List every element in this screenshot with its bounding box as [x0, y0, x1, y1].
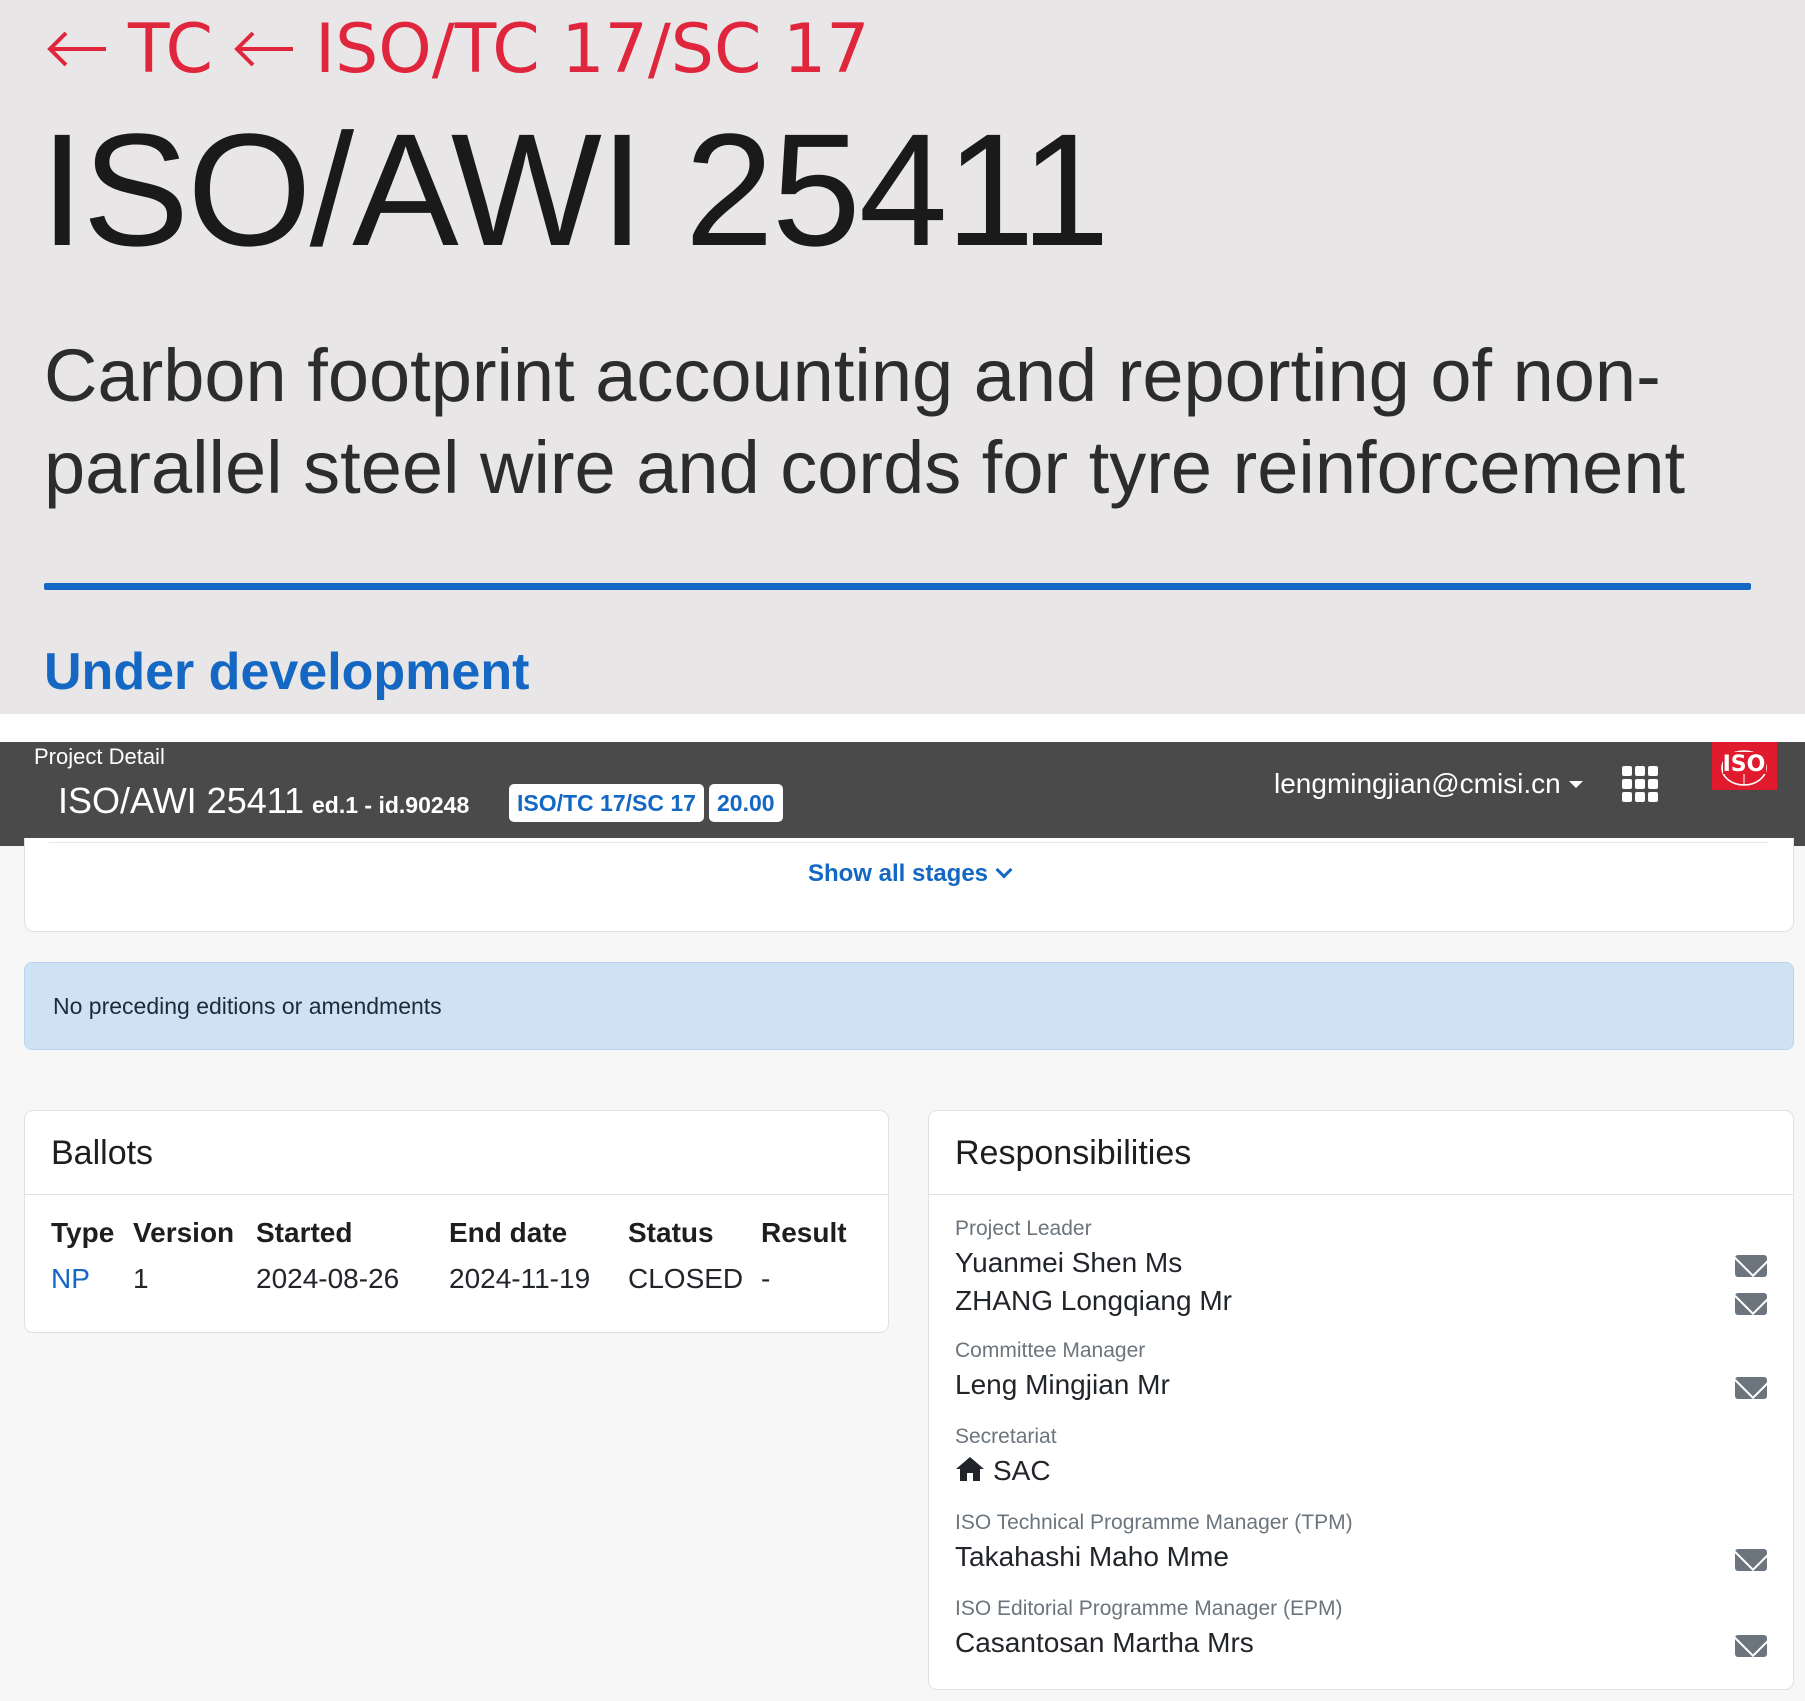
stage-badge[interactable]: 20.00 [709, 784, 783, 822]
project-content: Show all stages No preceding editions or… [0, 838, 1805, 1701]
ballot-result: - [761, 1263, 771, 1294]
column-header-started: Started [256, 1217, 353, 1248]
role-label-committee-manager: Committee Manager [955, 1339, 1146, 1362]
role-label-tpm: ISO Technical Programme Manager (TPM) [955, 1511, 1353, 1534]
column-header-type: Type [51, 1217, 115, 1248]
committee-badge[interactable]: ISO/TC 17/SC 17 [509, 784, 704, 822]
user-email: lengmingjian@cmisi.cn [1274, 768, 1561, 799]
ballots-title: Ballots [25, 1111, 888, 1195]
column-header-result: Result [761, 1217, 847, 1248]
column-header-status: Status [628, 1217, 714, 1248]
arrow-left-icon [47, 31, 106, 67]
mail-icon[interactable] [1735, 1293, 1767, 1315]
arrow-left-icon [234, 31, 294, 67]
tpm-name: Takahashi Maho Mme [955, 1541, 1229, 1572]
user-menu[interactable]: lengmingjian@cmisi.cn [1274, 768, 1583, 800]
stages-table-edge [49, 842, 1769, 843]
ballot-status: CLOSED [628, 1263, 744, 1294]
chevron-down-icon [995, 861, 1013, 879]
info-alert: No preceding editions or amendments [24, 962, 1794, 1050]
mail-icon[interactable] [1735, 1377, 1767, 1399]
responsibilities-card: Responsibilities Project Leader Yuanmei … [928, 1110, 1794, 1690]
project-leader-name: Yuanmei Shen Ms [955, 1247, 1183, 1278]
iso-logo-text: ISO [1723, 752, 1766, 777]
epm-name: Casantosan Martha Mrs [955, 1627, 1254, 1658]
table-row: NP 1 2024-08-26 2024-11-19 CLOSED - [51, 1259, 863, 1299]
breadcrumb-link-committee[interactable]: ISO/TC 17/SC 17 [315, 10, 870, 89]
column-header-end-date: End date [449, 1217, 568, 1248]
show-all-stages-label: Show all stages [807, 860, 989, 887]
responsibilities-title: Responsibilities [929, 1111, 1793, 1195]
iso-logo: ISO [1712, 742, 1777, 790]
mail-icon[interactable] [1735, 1549, 1767, 1571]
project-reference: ed.1 - id.90248 [312, 792, 470, 818]
ballots-table: Type Version Started End date Status Res… [51, 1215, 863, 1299]
stages-card: Show all stages [24, 838, 1794, 932]
breadcrumb: TC ISO/TC 17/SC 17 [44, 10, 888, 89]
committee-manager-name: Leng Mingjian Mr [955, 1369, 1170, 1400]
role-label-project-leader: Project Leader [955, 1217, 1092, 1240]
standard-subtitle: Carbon footprint accounting and reportin… [44, 334, 1686, 509]
apps-grid-icon[interactable] [1622, 766, 1658, 802]
show-all-stages-link[interactable]: Show all stages [25, 860, 1793, 888]
ballot-started: 2024-08-26 [256, 1263, 400, 1294]
ballot-version: 1 [133, 1263, 149, 1294]
home-icon [956, 1457, 984, 1481]
project-detail-bar: Project Detail ISO/AWI 25411 ed.1 - id.9… [0, 742, 1805, 846]
ballot-type-link[interactable]: NP [51, 1259, 133, 1299]
divider [44, 583, 1751, 590]
mail-icon[interactable] [1735, 1635, 1767, 1657]
ballots-card: Ballots Type Version Started End date St… [24, 1110, 889, 1333]
role-label-secretariat: Secretariat [955, 1425, 1057, 1448]
table-header-row: Type Version Started End date Status Res… [51, 1215, 863, 1259]
bar-label: Project Detail [34, 744, 165, 769]
iso-logo-mark: ISO [1721, 750, 1767, 786]
standard-page-header: TC ISO/TC 17/SC 17 ISO/AWI 25411 Carbon … [0, 0, 1805, 714]
role-label-epm: ISO Editorial Programme Manager (EPM) [955, 1597, 1343, 1620]
mail-icon[interactable] [1735, 1255, 1767, 1277]
ballot-end-date: 2024-11-19 [449, 1263, 591, 1294]
project-leader-name: ZHANG Longqiang Mr [955, 1285, 1233, 1316]
page-title: ISO/AWI 25411 [40, 100, 1110, 279]
breadcrumb-link-tc[interactable]: TC [128, 10, 213, 89]
development-status: Under development [44, 643, 530, 701]
caret-down-icon [1568, 780, 1583, 788]
column-header-version: Version [133, 1217, 235, 1248]
project-title: ISO/AWI 25411 [58, 780, 305, 821]
secretariat-name: SAC [993, 1455, 1051, 1486]
